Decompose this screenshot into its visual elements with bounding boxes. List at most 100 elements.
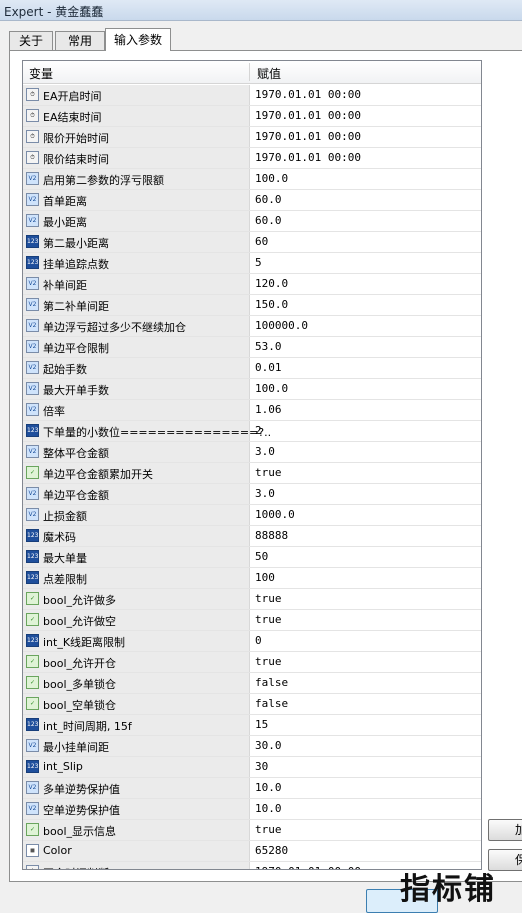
table-row[interactable]: ✓ bool_允许做空 true bbox=[23, 610, 481, 631]
value-cell[interactable]: 1970.01.01 00:00 bbox=[255, 865, 361, 869]
value-cell[interactable]: 30.0 bbox=[255, 739, 282, 752]
variable-cell: 123 下单量的小数位===============?.. bbox=[23, 421, 271, 441]
table-row[interactable]: ◼ Color 65280 bbox=[23, 841, 481, 862]
value-cell[interactable]: true bbox=[255, 823, 282, 836]
value-cell[interactable]: 1970.01.01 00:00 bbox=[255, 109, 361, 122]
value-cell[interactable]: 3.0 bbox=[255, 487, 275, 500]
value-cell[interactable]: 10.0 bbox=[255, 802, 282, 815]
value-cell[interactable]: 100.0 bbox=[255, 382, 288, 395]
double-type-icon: V2 bbox=[26, 445, 39, 458]
bool-type-icon: ✓ bbox=[26, 466, 39, 479]
value-cell[interactable]: 2 bbox=[255, 424, 262, 437]
column-header-value[interactable]: 赋值 bbox=[257, 65, 281, 82]
value-cell[interactable]: 100000.0 bbox=[255, 319, 308, 332]
table-row[interactable]: V2 倍率 1.06 bbox=[23, 400, 481, 421]
variable-cell: V2 整体平仓金额 bbox=[23, 442, 250, 462]
double-type-icon: V2 bbox=[26, 487, 39, 500]
value-cell[interactable]: 88888 bbox=[255, 529, 288, 542]
value-cell[interactable]: 65280 bbox=[255, 844, 288, 857]
variable-cell: ⏱ EA结束时间 bbox=[23, 106, 250, 126]
variable-name: 限价结束时间 bbox=[43, 153, 109, 166]
table-row[interactable]: ⏱ EA结束时间 1970.01.01 00:00 bbox=[23, 106, 481, 127]
value-cell[interactable]: 5 bbox=[255, 256, 262, 269]
value-cell[interactable]: 0.01 bbox=[255, 361, 282, 374]
variable-name: 起始手数 bbox=[43, 363, 87, 376]
variable-name: int_Slip bbox=[43, 760, 83, 773]
value-cell[interactable]: 150.0 bbox=[255, 298, 288, 311]
table-row[interactable]: ✓ bool_空单锁仓 false bbox=[23, 694, 481, 715]
table-row[interactable]: ⏱ 限价结束时间 1970.01.01 00:00 bbox=[23, 148, 481, 169]
table-row[interactable]: V2 起始手数 0.01 bbox=[23, 358, 481, 379]
table-row[interactable]: 123 第二最小距离 60 bbox=[23, 232, 481, 253]
double-type-icon: V2 bbox=[26, 382, 39, 395]
table-row[interactable]: V2 补单间距 120.0 bbox=[23, 274, 481, 295]
table-row[interactable]: V2 首单距离 60.0 bbox=[23, 190, 481, 211]
table-row[interactable]: V2 第二补单间距 150.0 bbox=[23, 295, 481, 316]
value-cell[interactable]: false bbox=[255, 676, 288, 689]
value-cell[interactable]: false bbox=[255, 697, 288, 710]
table-row[interactable]: 123 int_K线距离限制 0 bbox=[23, 631, 481, 652]
value-cell[interactable]: 1970.01.01 00:00 bbox=[255, 151, 361, 164]
value-cell[interactable]: 1970.01.01 00:00 bbox=[255, 88, 361, 101]
value-cell[interactable]: 1.06 bbox=[255, 403, 282, 416]
value-cell[interactable]: 1970.01.01 00:00 bbox=[255, 130, 361, 143]
column-divider[interactable] bbox=[249, 63, 250, 81]
table-row[interactable]: V2 空单逆势保护值 10.0 bbox=[23, 799, 481, 820]
value-cell[interactable]: 53.0 bbox=[255, 340, 282, 353]
variable-cell: V2 启用第二参数的浮亏限额 bbox=[23, 169, 250, 189]
variable-cell: 123 第二最小距离 bbox=[23, 232, 250, 252]
table-row[interactable]: V2 单边平仓限制 53.0 bbox=[23, 337, 481, 358]
tab-about[interactable]: 关于 bbox=[9, 31, 53, 50]
value-cell[interactable]: 120.0 bbox=[255, 277, 288, 290]
table-row[interactable]: V2 多单逆势保护值 10.0 bbox=[23, 778, 481, 799]
table-row[interactable]: V2 最小距离 60.0 bbox=[23, 211, 481, 232]
variable-cell: ✓ bool_允许做多 bbox=[23, 589, 250, 609]
value-cell[interactable]: true bbox=[255, 655, 282, 668]
value-cell[interactable]: 60.0 bbox=[255, 214, 282, 227]
table-row[interactable]: ✓ bool_多单锁仓 false bbox=[23, 673, 481, 694]
table-row[interactable]: ✓ bool_显示信息 true bbox=[23, 820, 481, 841]
value-cell[interactable]: 3.0 bbox=[255, 445, 275, 458]
table-row[interactable]: ⏱ 限价开始时间 1970.01.01 00:00 bbox=[23, 127, 481, 148]
value-cell[interactable]: 30 bbox=[255, 760, 268, 773]
table-row[interactable]: ⏱ EA开启时间 1970.01.01 00:00 bbox=[23, 85, 481, 106]
table-row[interactable]: 123 点差限制 100 bbox=[23, 568, 481, 589]
table-row[interactable]: V2 启用第二参数的浮亏限额 100.0 bbox=[23, 169, 481, 190]
value-cell[interactable]: 100 bbox=[255, 571, 275, 584]
load-button[interactable]: 加 bbox=[488, 819, 522, 841]
value-cell[interactable]: 10.0 bbox=[255, 781, 282, 794]
tab-common[interactable]: 常用 bbox=[55, 31, 105, 50]
tab-inputs[interactable]: 输入参数 bbox=[105, 28, 171, 51]
value-cell[interactable]: 50 bbox=[255, 550, 268, 563]
value-cell[interactable]: true bbox=[255, 466, 282, 479]
value-cell[interactable]: 0 bbox=[255, 634, 262, 647]
value-cell[interactable]: 60.0 bbox=[255, 193, 282, 206]
table-row[interactable]: 123 下单量的小数位===============?.. 2 bbox=[23, 421, 481, 442]
table-row[interactable]: V2 止损金额 1000.0 bbox=[23, 505, 481, 526]
variable-name: 单边浮亏超过多少不继续加仓 bbox=[43, 321, 186, 334]
value-cell[interactable]: 1000.0 bbox=[255, 508, 295, 521]
table-row[interactable]: 123 int_时间周期, 15f 15 bbox=[23, 715, 481, 736]
value-cell[interactable]: true bbox=[255, 592, 282, 605]
variable-cell: V2 第二补单间距 bbox=[23, 295, 250, 315]
table-row[interactable]: V2 单边平仓金额 3.0 bbox=[23, 484, 481, 505]
table-row[interactable]: 123 挂单追踪点数 5 bbox=[23, 253, 481, 274]
table-row[interactable]: V2 单边浮亏超过多少不继续加仓 100000.0 bbox=[23, 316, 481, 337]
table-row[interactable]: ✓ bool_允许开仓 true bbox=[23, 652, 481, 673]
table-row[interactable]: 123 魔术码 88888 bbox=[23, 526, 481, 547]
value-cell[interactable]: 100.0 bbox=[255, 172, 288, 185]
watermark-logo: 指标铺 bbox=[400, 872, 496, 907]
value-cell[interactable]: 15 bbox=[255, 718, 268, 731]
table-row[interactable]: 123 int_Slip 30 bbox=[23, 757, 481, 778]
table-row[interactable]: ✓ bool_允许做多 true bbox=[23, 589, 481, 610]
value-cell[interactable]: 60 bbox=[255, 235, 268, 248]
table-row[interactable]: V2 最小挂单间距 30.0 bbox=[23, 736, 481, 757]
variable-cell: ✓ 单边平仓金额累加开关 bbox=[23, 463, 250, 483]
column-header-variable[interactable]: 变量 bbox=[29, 65, 53, 82]
table-row[interactable]: ✓ 单边平仓金额累加开关 true bbox=[23, 463, 481, 484]
variable-name: 挂单追踪点数 bbox=[43, 258, 109, 271]
table-row[interactable]: V2 最大开单手数 100.0 bbox=[23, 379, 481, 400]
table-row[interactable]: 123 最大单量 50 bbox=[23, 547, 481, 568]
table-row[interactable]: V2 整体平仓金额 3.0 bbox=[23, 442, 481, 463]
value-cell[interactable]: true bbox=[255, 613, 282, 626]
